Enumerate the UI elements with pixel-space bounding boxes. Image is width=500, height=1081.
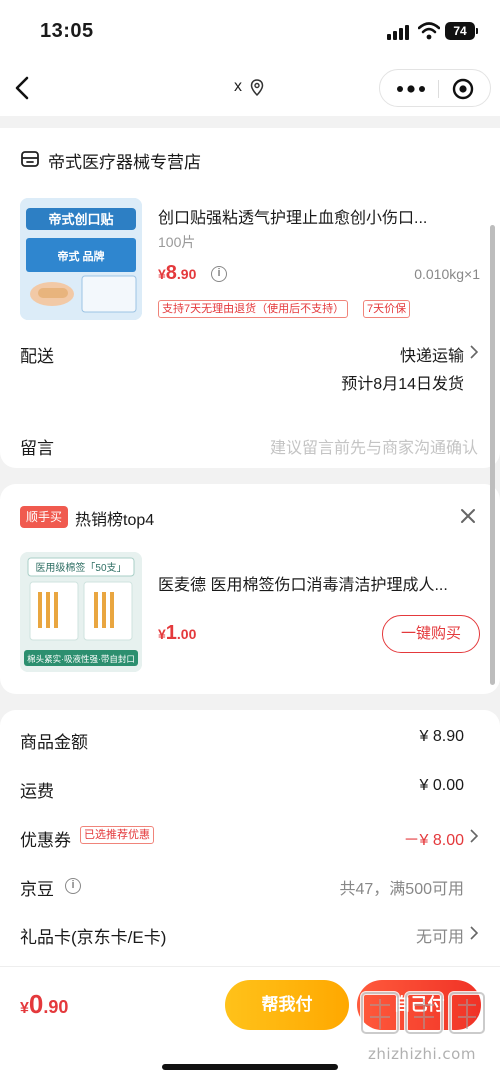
delivery-label: 配送 (20, 347, 54, 366)
product-price: ¥8.90 (158, 262, 196, 285)
recommend-price-currency: ¥ (158, 626, 166, 642)
return-policy-tag: 支持7天无理由退货（使用后不支持） (158, 300, 349, 318)
home-indicator (162, 1064, 338, 1070)
coupon-tag: 已选推荐优惠 (80, 826, 154, 844)
price-protect-tag: 7天价保 (363, 300, 411, 318)
order-store-card: 帝式医疗器械专营店 帝式创口贴 帝式 品牌 创口贴强粘透气护理止血愈创小伤口..… (0, 128, 500, 468)
jingdou-value: 共47，满500可用 (339, 881, 465, 898)
recommend-badge: 顺手买 (20, 506, 69, 528)
goods-amount-value: ¥ 8.90 (419, 728, 464, 745)
close-icon[interactable] (460, 508, 476, 524)
status-time: 13:05 (40, 20, 94, 42)
giftcard-label: 礼品卡(京东卡/E卡) (20, 928, 167, 947)
watermark-text: zhizhizhi.com (368, 1045, 476, 1063)
total-dec: .90 (43, 997, 69, 1017)
product-image[interactable]: 帝式创口贴 帝式 品牌 (20, 198, 142, 320)
recommend-price-dec: .00 (176, 626, 197, 642)
page-title: x (234, 78, 242, 95)
product-price-currency: ¥ (158, 266, 166, 282)
chevron-right-icon[interactable] (470, 345, 478, 359)
recommend-title: 热销榜top4 (75, 512, 155, 529)
status-bar: 13:05 74 (0, 0, 500, 62)
product-image-art: 帝式创口贴 帝式 品牌 (20, 198, 142, 320)
delivery-method[interactable]: 快递运输 (400, 342, 464, 366)
message-label: 留言 (20, 439, 54, 458)
miniprogram-capsule (379, 69, 491, 107)
watermark: zhizhizhi.com (352, 987, 492, 1067)
giftcard-value[interactable]: 无可用 (416, 923, 464, 947)
watermark-logo (360, 991, 486, 1035)
coupon-value[interactable]: －¥ 8.00 (404, 826, 465, 850)
recommend-price: ¥1.00 (158, 622, 196, 645)
wifi-icon (418, 22, 440, 40)
nav-bar: x (0, 62, 500, 116)
location-icon (250, 79, 264, 97)
total-price: ¥0.90 (20, 989, 68, 1020)
battery-icon: 74 (445, 22, 478, 40)
product-weight-qty: 0.010kg×1 (414, 266, 480, 282)
price-info-icon[interactable]: i (211, 266, 227, 282)
jingdou-label: 京豆 (20, 880, 54, 899)
recommend-card: 顺手买 热销榜top4 医用级棉签「50支」 棉头紧实·吸液性强·带自封口 医麦… (0, 484, 500, 694)
goods-amount-label: 商品金额 (20, 733, 88, 752)
recommend-image-bottom: 棉头紧实·吸液性强·带自封口 (27, 654, 135, 664)
one-click-buy-button[interactable]: 一键购买 (382, 615, 480, 653)
product-spec: 100片 (158, 234, 196, 250)
recommend-image-art: 医用级棉签「50支」 棉头紧实·吸液性强·带自封口 (20, 552, 142, 672)
recommend-price-int: 1 (165, 622, 177, 644)
signal-icon (387, 24, 411, 40)
shipping-value: ¥ 0.00 (419, 777, 464, 794)
product-image-line2: 帝式 品牌 (57, 249, 104, 263)
recommend-image-top: 医用级棉签「50支」 (35, 561, 126, 574)
chevron-right-icon[interactable] (470, 926, 478, 940)
close-miniprogram-icon[interactable] (452, 78, 474, 100)
total-int: 0 (28, 989, 44, 1019)
message-input[interactable]: 建议留言前先与商家沟通确认 (270, 434, 478, 458)
jingdou-info-icon[interactable]: i (65, 878, 81, 894)
capsule-divider (438, 80, 439, 98)
back-icon[interactable] (12, 74, 34, 102)
chevron-right-icon[interactable] (470, 829, 478, 843)
product-price-dec: .90 (176, 266, 197, 282)
store-icon (21, 151, 39, 167)
coupon-label: 优惠券 (20, 831, 71, 850)
checkout-bar: ¥0.90 帮我付 自己付 zhizhizhi.com (0, 966, 500, 1081)
product-price-int: 8 (165, 262, 177, 284)
price-summary-card: 商品金额 ¥ 8.90 运费 ¥ 0.00 优惠券 已选推荐优惠 －¥ 8.00… (0, 710, 500, 970)
scrollbar[interactable] (490, 225, 495, 685)
total-currency: ¥ (20, 1000, 29, 1017)
help-pay-button[interactable]: 帮我付 (225, 980, 349, 1030)
product-title[interactable]: 创口贴强粘透气护理止血愈创小伤口... (158, 204, 470, 228)
shipping-label: 运费 (20, 782, 54, 801)
recommend-product-image[interactable]: 医用级棉签「50支」 棉头紧实·吸液性强·带自封口 (20, 552, 142, 672)
recommend-product-title[interactable]: 医麦德 医用棉签伤口消毒清洁护理成人... (158, 571, 470, 595)
delivery-eta: 预计8月14日发货 (341, 376, 464, 393)
more-icon[interactable] (394, 79, 428, 99)
product-image-brand: 帝式创口贴 (48, 212, 113, 227)
store-name[interactable]: 帝式医疗器械专营店 (48, 148, 201, 173)
